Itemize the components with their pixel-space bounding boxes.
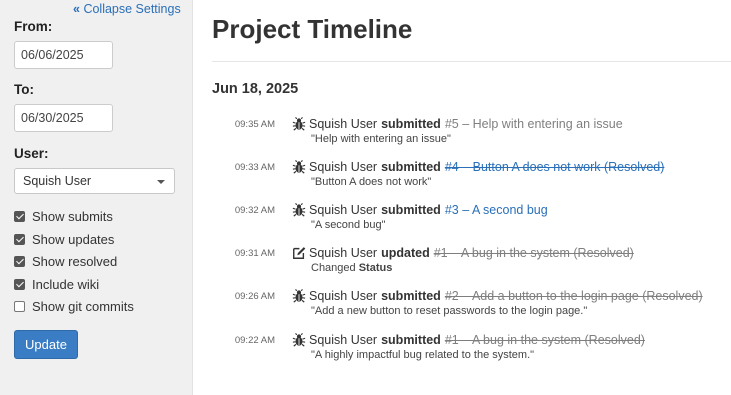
entry-time: 09:31 AM — [234, 248, 275, 259]
entry-user: Squish User — [309, 333, 378, 347]
show-updates-label: Show updates — [32, 231, 115, 247]
bug-icon — [292, 203, 306, 217]
bug-icon — [292, 117, 306, 131]
entry-action: submitted — [381, 203, 441, 217]
collapse-settings-link[interactable]: « Collapse Settings — [73, 2, 181, 16]
edit-icon — [292, 246, 306, 260]
to-label: To: — [14, 82, 34, 97]
bug-icon — [292, 289, 306, 303]
page-title: Project Timeline — [212, 14, 413, 44]
entry-user: Squish User — [309, 117, 378, 131]
entry-description: "Help with entering an issue" — [311, 133, 451, 145]
timeline-panel: Project Timeline Jun 18, 2025 09:35 AM S… — [212, 0, 731, 395]
show-resolved-option[interactable]: Show resolved — [14, 253, 117, 269]
from-label: From: — [14, 19, 53, 34]
entry-user: Squish User — [309, 160, 378, 174]
entry-action: submitted — [381, 160, 441, 174]
show-submits-label: Show submits — [32, 208, 113, 224]
settings-sidebar: « Collapse Settings From: To: User: Squi… — [0, 0, 193, 395]
to-date-input[interactable] — [14, 104, 113, 132]
entry-time: 09:33 AM — [234, 162, 275, 173]
entry-time: 09:35 AM — [234, 119, 275, 130]
entry-user: Squish User — [309, 203, 378, 217]
entry-action: submitted — [381, 289, 441, 303]
entry-user: Squish User — [309, 289, 378, 303]
entry-action: submitted — [381, 333, 441, 347]
entry-description: Changed Status — [311, 262, 392, 274]
collapse-settings-label: Collapse Settings — [83, 2, 181, 16]
entry-time: 09:32 AM — [234, 205, 275, 216]
entry-action: submitted — [381, 117, 441, 131]
entry-time: 09:22 AM — [234, 335, 275, 346]
changed-field: Status — [358, 262, 393, 274]
include-wiki-label: Include wiki — [32, 276, 100, 292]
show-git-commits-checkbox[interactable] — [14, 300, 25, 312]
entry-action: updated — [381, 246, 430, 260]
show-resolved-checkbox[interactable] — [14, 255, 25, 267]
show-submits-option[interactable]: Show submits — [14, 208, 113, 224]
issue-link[interactable]: #5 – Help with entering an issue — [445, 117, 623, 131]
user-select-value: Squish User — [23, 174, 92, 188]
bug-icon — [292, 160, 306, 174]
bug-icon — [292, 333, 306, 347]
update-button[interactable]: Update — [14, 330, 78, 359]
entry-description: "A highly impactful bug related to the s… — [311, 349, 535, 361]
from-date-input[interactable] — [14, 41, 113, 69]
double-chevron-left-icon: « — [73, 2, 80, 16]
entry-description: "Button A does not work" — [311, 176, 432, 188]
include-wiki-checkbox[interactable] — [14, 278, 25, 290]
issue-link[interactable]: #1 – A bug in the system (Resolved) — [434, 246, 634, 260]
entry-description: "Add a new button to reset passwords to … — [311, 305, 588, 317]
user-label: User: — [14, 146, 49, 161]
change-prefix: Changed — [311, 262, 356, 274]
show-git-commits-label: Show git commits — [32, 298, 134, 314]
issue-link[interactable]: #4 – Button A does not work (Resolved) — [445, 160, 665, 174]
entry-time: 09:26 AM — [234, 291, 275, 302]
issue-link[interactable]: #3 – A second bug — [445, 203, 548, 217]
include-wiki-option[interactable]: Include wiki — [14, 276, 99, 292]
user-select[interactable]: Squish User — [14, 168, 175, 194]
issue-link[interactable]: #1 – A bug in the system (Resolved) — [445, 333, 645, 347]
show-git-commits-option[interactable]: Show git commits — [14, 298, 134, 314]
entry-user: Squish User — [309, 246, 378, 260]
issue-link[interactable]: #2 – Add a button to the login page (Res… — [445, 289, 703, 303]
date-heading: Jun 18, 2025 — [212, 81, 299, 97]
show-submits-checkbox[interactable] — [14, 210, 25, 222]
show-updates-checkbox[interactable] — [14, 233, 25, 245]
show-resolved-label: Show resolved — [32, 253, 118, 269]
show-updates-option[interactable]: Show updates — [14, 231, 114, 247]
title-divider — [212, 61, 731, 62]
entry-description: "A second bug" — [311, 219, 386, 231]
caret-down-icon — [157, 180, 165, 184]
